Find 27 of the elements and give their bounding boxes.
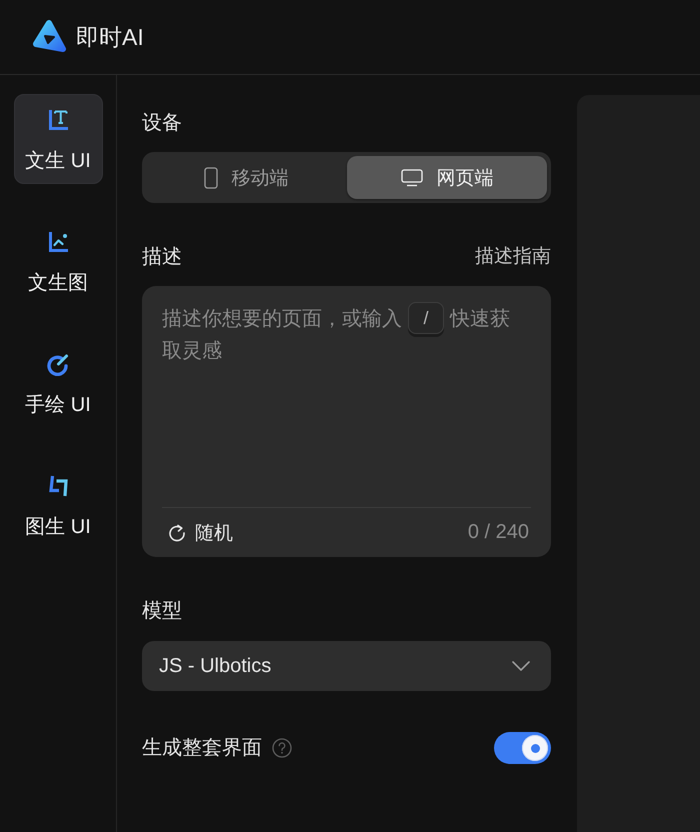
help-icon[interactable] <box>272 738 292 758</box>
prompt-input[interactable]: 描述你想要的页面，或输入 / 快速获取灵感 <box>162 303 522 507</box>
chevron-down-icon <box>512 661 530 671</box>
device-tab[interactable]: 网页端 <box>347 156 547 199</box>
refresh-icon <box>168 524 186 542</box>
guide-link[interactable]: 描述指南 <box>475 243 551 271</box>
phone-icon <box>204 166 218 188</box>
char-counter: 0 / 240 <box>468 521 529 544</box>
model-dropdown[interactable]: JS - Ulbotics <box>142 641 551 691</box>
device-tab[interactable]: 移动端 <box>146 156 346 199</box>
description-label: 描述 <box>142 245 182 270</box>
sidebar-item[interactable]: 文生 UI <box>14 94 102 184</box>
device-label: 设备 <box>142 111 183 136</box>
pen-circle-icon <box>46 352 70 376</box>
shortcut-key: / <box>408 302 444 334</box>
logo-icon <box>32 19 66 55</box>
full-set-label: 生成整套界面 <box>142 736 262 761</box>
sidebar-item[interactable]: 手绘 UI <box>14 338 102 428</box>
app-name: 即时AI <box>76 23 144 52</box>
sidebar-item[interactable]: 文生图 <box>14 216 102 306</box>
chart-icon <box>46 230 70 254</box>
toggle-switch[interactable] <box>494 732 551 764</box>
text-layout-icon <box>46 108 70 132</box>
sidebar-item[interactable]: 图生 UI <box>14 460 102 550</box>
model-label: 模型 <box>142 599 183 624</box>
monitor-icon <box>400 168 422 186</box>
random-button[interactable]: 随机 <box>168 520 233 546</box>
